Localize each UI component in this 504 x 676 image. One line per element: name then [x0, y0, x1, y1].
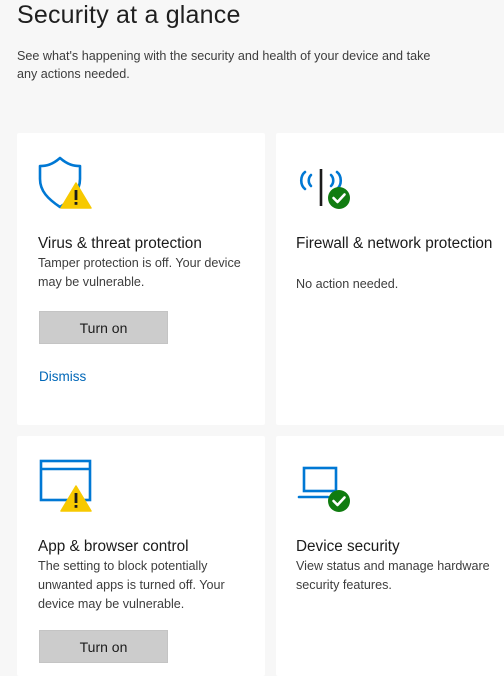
card-description: The setting to block potentially unwante… — [38, 559, 225, 611]
card-device-security[interactable]: Device security View status and manage h… — [276, 436, 504, 676]
card-virus-threat-protection[interactable]: Virus & threat protection Tamper protect… — [17, 133, 265, 425]
card-firewall-network-protection[interactable]: Firewall & network protection No action … — [276, 133, 504, 425]
browser-window-warning-icon — [39, 459, 92, 512]
turn-on-button[interactable]: Turn on — [39, 311, 168, 344]
page-subtitle: See what's happening with the security a… — [17, 49, 431, 81]
turn-on-button[interactable]: Turn on — [39, 630, 168, 663]
page-title: Security at a glance — [17, 1, 241, 29]
card-description: View status and manage hardware security… — [296, 559, 490, 592]
laptop-check-icon — [297, 466, 350, 512]
card-description: Tamper protection is off. Your device ma… — [38, 256, 241, 289]
shield-warning-icon — [38, 156, 92, 209]
card-title: Firewall & network protection — [296, 235, 493, 252]
card-app-browser-control[interactable]: App & browser control The setting to blo… — [17, 436, 265, 676]
card-title: Device security — [296, 538, 400, 555]
dismiss-link[interactable]: Dismiss — [39, 369, 86, 384]
card-title: Virus & threat protection — [38, 235, 202, 252]
firewall-antenna-icon — [299, 169, 350, 209]
card-description: No action needed. — [296, 277, 399, 291]
card-title: App & browser control — [38, 538, 189, 555]
